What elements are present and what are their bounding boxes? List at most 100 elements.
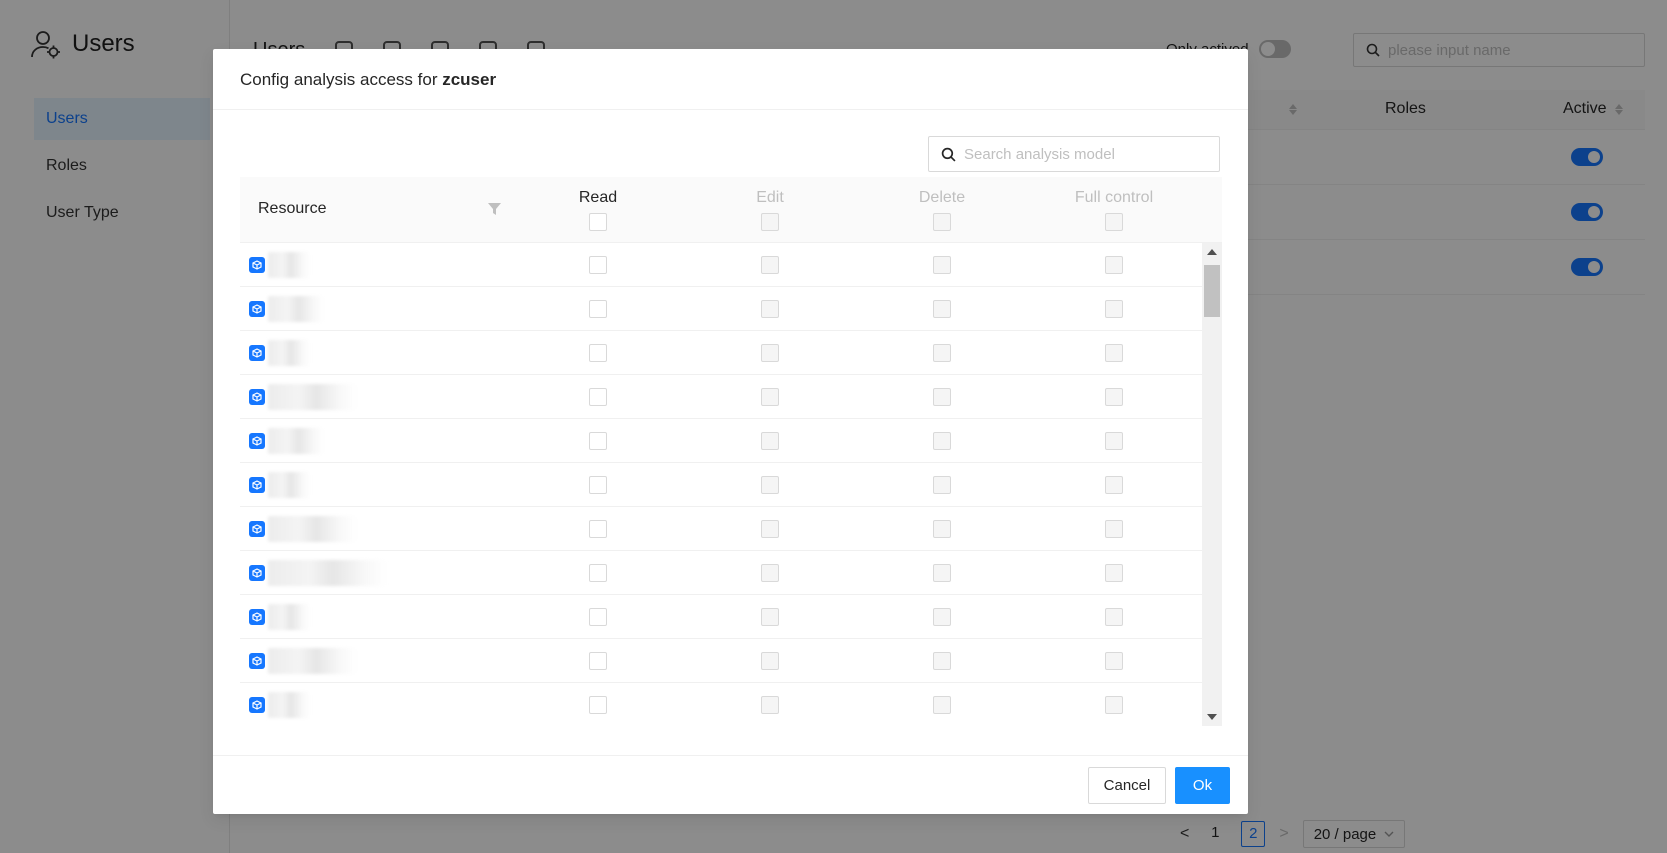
read-select-all-checkbox[interactable] [589,213,607,231]
resource-row [240,287,1222,331]
cube-icon [249,389,265,405]
resource-name-redacted [268,604,310,630]
edit-checkbox[interactable] [761,344,779,362]
modal-footer: Cancel Ok [213,755,1248,814]
read-checkbox[interactable] [589,476,607,494]
delete-checkbox[interactable] [933,520,951,538]
edit-checkbox[interactable] [761,564,779,582]
column-delete: Delete [882,189,1002,231]
modal-title: Config analysis access for [240,70,438,89]
read-checkbox[interactable] [589,696,607,714]
full-control-select-all-checkbox[interactable] [1105,213,1123,231]
edit-checkbox[interactable] [761,520,779,538]
modal-user-name: zcuser [442,70,497,89]
read-checkbox[interactable] [589,652,607,670]
edit-checkbox[interactable] [761,476,779,494]
resource-name-redacted [268,692,310,718]
ok-button[interactable]: Ok [1175,767,1230,804]
full-control-checkbox[interactable] [1105,564,1123,582]
delete-checkbox[interactable] [933,652,951,670]
read-checkbox[interactable] [589,256,607,274]
edit-checkbox[interactable] [761,432,779,450]
cube-icon [249,345,265,361]
read-checkbox[interactable] [589,608,607,626]
cancel-button[interactable]: Cancel [1088,767,1166,804]
full-control-checkbox[interactable] [1105,388,1123,406]
full-control-checkbox[interactable] [1105,520,1123,538]
full-control-checkbox[interactable] [1105,476,1123,494]
resource-name-redacted [268,648,356,674]
full-control-checkbox[interactable] [1105,300,1123,318]
column-edit: Edit [710,189,830,231]
delete-checkbox[interactable] [933,344,951,362]
cube-icon [249,433,265,449]
table-scrollbar[interactable] [1202,243,1222,726]
full-control-checkbox[interactable] [1105,608,1123,626]
scroll-up-arrow[interactable] [1207,249,1217,255]
resource-row [240,507,1222,551]
resource-row [240,331,1222,375]
cube-icon [249,653,265,669]
delete-checkbox[interactable] [933,256,951,274]
delete-checkbox[interactable] [933,432,951,450]
edit-checkbox[interactable] [761,608,779,626]
column-delete-label: Delete [918,189,966,206]
read-checkbox[interactable] [589,432,607,450]
column-read: Read [538,189,658,231]
edit-checkbox[interactable] [761,256,779,274]
permission-table-header: Resource Read Edit Delete Full control [240,177,1222,243]
resource-name-redacted [268,472,310,498]
column-full-control-label: Full control [1074,189,1154,206]
delete-checkbox[interactable] [933,696,951,714]
read-checkbox[interactable] [589,388,607,406]
permission-table: Resource Read Edit Delete Full control [240,177,1222,726]
modal-body: Resource Read Edit Delete Full cont [240,110,1222,803]
resource-name-redacted [268,296,324,322]
resource-name-redacted [268,384,356,410]
edit-checkbox[interactable] [761,388,779,406]
delete-checkbox[interactable] [933,564,951,582]
resource-row [240,595,1222,639]
modal-header: Config analysis access for zcuser [213,49,1248,110]
full-control-checkbox[interactable] [1105,432,1123,450]
delete-checkbox[interactable] [933,300,951,318]
resource-row [240,639,1222,683]
delete-checkbox[interactable] [933,608,951,626]
delete-checkbox[interactable] [933,476,951,494]
full-control-checkbox[interactable] [1105,696,1123,714]
read-checkbox[interactable] [589,564,607,582]
cube-icon [249,609,265,625]
edit-checkbox[interactable] [761,300,779,318]
edit-checkbox[interactable] [761,652,779,670]
full-control-checkbox[interactable] [1105,344,1123,362]
cube-icon [249,477,265,493]
resource-name-redacted [268,560,386,586]
read-checkbox[interactable] [589,520,607,538]
resource-name-redacted [268,428,324,454]
cube-icon [249,521,265,537]
column-full-control: Full control [1054,189,1174,231]
column-resource: Resource [258,200,327,217]
scroll-down-arrow[interactable] [1207,714,1217,720]
full-control-checkbox[interactable] [1105,652,1123,670]
delete-select-all-checkbox[interactable] [933,213,951,231]
column-edit-label: Edit [756,189,784,206]
read-checkbox[interactable] [589,300,607,318]
resource-name-redacted [268,340,310,366]
filter-icon[interactable] [488,202,501,220]
analysis-model-search[interactable] [928,136,1220,172]
read-checkbox[interactable] [589,344,607,362]
full-control-checkbox[interactable] [1105,256,1123,274]
edit-select-all-checkbox[interactable] [761,213,779,231]
resource-row [240,463,1222,507]
scroll-thumb[interactable] [1204,265,1220,317]
resource-row [240,683,1222,726]
search-icon [941,147,956,162]
analysis-model-search-input[interactable] [964,145,1204,163]
edit-checkbox[interactable] [761,696,779,714]
resource-row [240,419,1222,463]
delete-checkbox[interactable] [933,388,951,406]
resource-name-redacted [268,252,310,278]
resource-row [240,375,1222,419]
permission-table-body [240,243,1222,726]
